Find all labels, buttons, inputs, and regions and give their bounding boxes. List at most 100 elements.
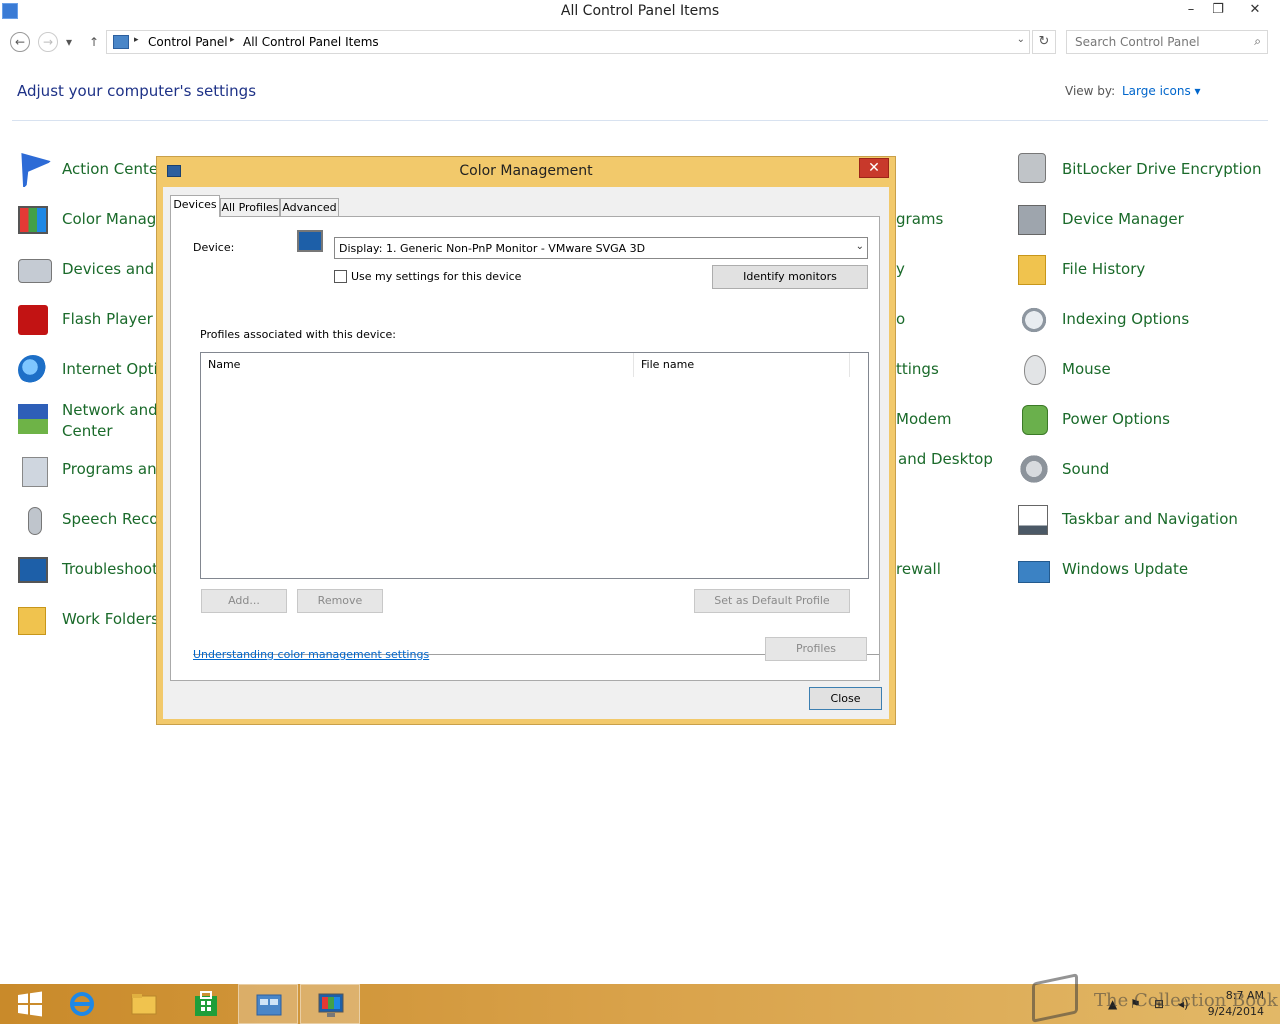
- item-label: o: [896, 310, 906, 328]
- close-button[interactable]: Close: [809, 687, 882, 710]
- control-panel-small-icon: [113, 35, 129, 49]
- close-window-button[interactable]: ✕: [1242, 0, 1268, 22]
- sound-icon: [1018, 453, 1050, 485]
- device-select[interactable]: Display: 1. Generic Non-PnP Monitor - VM…: [334, 237, 868, 259]
- file-history-icon: [1018, 255, 1046, 285]
- control-panel-icon: [256, 994, 282, 1016]
- dialog-title: Color Management: [459, 163, 593, 179]
- restore-button[interactable]: ❐: [1205, 0, 1231, 22]
- item-label: rewall: [896, 560, 941, 578]
- item-label: Mouse: [1062, 360, 1111, 378]
- view-by-label: View by:: [1065, 84, 1116, 98]
- taskbar-file-explorer[interactable]: [114, 984, 174, 1024]
- recent-locations-button[interactable]: ▾: [66, 32, 72, 52]
- window-title: All Control Panel Items: [560, 3, 720, 19]
- item-label: Action Center: [62, 160, 165, 178]
- device-label: Device:: [193, 241, 235, 254]
- network-icon: [18, 404, 48, 434]
- column-header-name[interactable]: Name: [201, 353, 634, 377]
- device-select-value: Display: 1. Generic Non-PnP Monitor - VM…: [339, 242, 646, 255]
- color-management-icon: [18, 206, 48, 234]
- taskbar-icon: [1018, 505, 1048, 535]
- item-label: Color Manage: [62, 210, 166, 228]
- item-label: y: [896, 260, 905, 278]
- folder-icon: [18, 607, 46, 635]
- programs-icon: [22, 457, 48, 487]
- view-by-dropdown[interactable]: Large icons ▾: [1122, 84, 1201, 98]
- taskbar: ▲ ⚑ ⊞ ◂) 8:7 AM 9/24/2014: [0, 984, 1280, 1024]
- monitor-icon: [297, 230, 323, 252]
- use-my-settings-checkbox[interactable]: [334, 270, 347, 283]
- item-label: and Desktop: [898, 450, 993, 468]
- profiles-button[interactable]: Profiles: [765, 637, 867, 661]
- flash-icon: [18, 305, 48, 335]
- item-label: Devices and P: [62, 260, 168, 278]
- item-label: Modem: [896, 410, 952, 428]
- item-label: File History: [1062, 260, 1146, 278]
- search-icon[interactable]: ⌕: [1254, 34, 1261, 49]
- set-default-profile-button[interactable]: Set as Default Profile: [694, 589, 850, 613]
- back-button[interactable]: ←: [10, 32, 30, 52]
- tab-advanced[interactable]: Advanced: [280, 198, 339, 217]
- breadcrumb-control-panel[interactable]: Control Panel: [148, 35, 228, 49]
- add-button[interactable]: Add...: [201, 589, 287, 613]
- internet-options-icon: [18, 355, 48, 385]
- minimize-button[interactable]: –: [1178, 0, 1204, 22]
- item-label: ttings: [896, 360, 939, 378]
- power-icon: [1022, 405, 1048, 435]
- item-label: Power Options: [1062, 410, 1170, 428]
- chevron-down-icon[interactable]: ⌄: [856, 241, 864, 252]
- page-heading: Adjust your computer's settings: [17, 82, 257, 100]
- divider: [12, 120, 1268, 121]
- address-bar[interactable]: ▸ Control Panel ▸ All Control Panel Item…: [106, 30, 1030, 54]
- item-label: Sound: [1062, 460, 1110, 478]
- item-label: Speech Recog: [62, 510, 168, 528]
- devices-panel: Device: Display: 1. Generic Non-PnP Moni…: [170, 216, 880, 681]
- windows-update-icon: [1018, 561, 1050, 583]
- flag-icon: [21, 153, 52, 187]
- file-explorer-icon: [131, 994, 157, 1015]
- breadcrumb-all-items[interactable]: All Control Panel Items: [243, 35, 379, 49]
- search-input[interactable]: Search Control Panel ⌕: [1066, 30, 1268, 54]
- troubleshooting-icon: [18, 557, 48, 583]
- taskbar-internet-explorer[interactable]: [52, 984, 112, 1024]
- item-label: BitLocker Drive Encryption: [1062, 160, 1262, 178]
- device-manager-icon: [1018, 205, 1046, 235]
- start-button[interactable]: [0, 984, 60, 1024]
- store-icon: [195, 991, 217, 1016]
- forward-button[interactable]: →: [38, 32, 58, 52]
- internet-explorer-icon: [70, 992, 94, 1016]
- tab-all-profiles[interactable]: All Profiles: [220, 198, 280, 217]
- mouse-icon: [1024, 355, 1046, 385]
- understanding-color-management-link[interactable]: Understanding color management settings: [193, 648, 429, 661]
- item-label: Device Manager: [1062, 210, 1184, 228]
- address-row: ← → ▾ ↑ ▸ Control Panel ▸ All Control Pa…: [0, 28, 1280, 54]
- search-placeholder: Search Control Panel: [1075, 35, 1200, 49]
- dialog-close-button[interactable]: ✕: [859, 158, 889, 178]
- item-label: Programs and: [62, 460, 167, 478]
- taskbar-store[interactable]: [176, 984, 236, 1024]
- address-dropdown-icon[interactable]: ⌄: [1017, 34, 1025, 45]
- devices-icon: [18, 259, 52, 283]
- identify-monitors-button[interactable]: Identify monitors: [712, 265, 868, 289]
- up-button[interactable]: ↑: [89, 32, 99, 52]
- indexing-icon: [1018, 305, 1050, 335]
- watermark-text: The Collection Book: [1094, 990, 1278, 1011]
- window-title-bar: All Control Panel Items – ❐ ✕: [0, 0, 1280, 24]
- color-management-icon: [318, 993, 344, 1017]
- item-label: grams: [896, 210, 944, 228]
- microphone-icon: [28, 507, 42, 535]
- refresh-button[interactable]: ↻: [1032, 30, 1056, 54]
- tab-devices[interactable]: Devices: [170, 195, 220, 217]
- item-label: Internet Optic: [62, 360, 166, 378]
- remove-button[interactable]: Remove: [297, 589, 383, 613]
- taskbar-color-management[interactable]: [300, 984, 360, 1024]
- breadcrumb-separator-icon[interactable]: ▸: [230, 35, 235, 45]
- bitlocker-icon: [1018, 153, 1046, 183]
- column-header-file-name[interactable]: File name: [634, 353, 850, 377]
- taskbar-control-panel[interactable]: [238, 984, 298, 1024]
- use-my-settings-label[interactable]: Use my settings for this device: [351, 270, 521, 283]
- breadcrumb-separator-icon[interactable]: ▸: [134, 35, 139, 45]
- item-label: Troubleshooti: [62, 560, 163, 578]
- profiles-list[interactable]: Name File name: [200, 352, 869, 579]
